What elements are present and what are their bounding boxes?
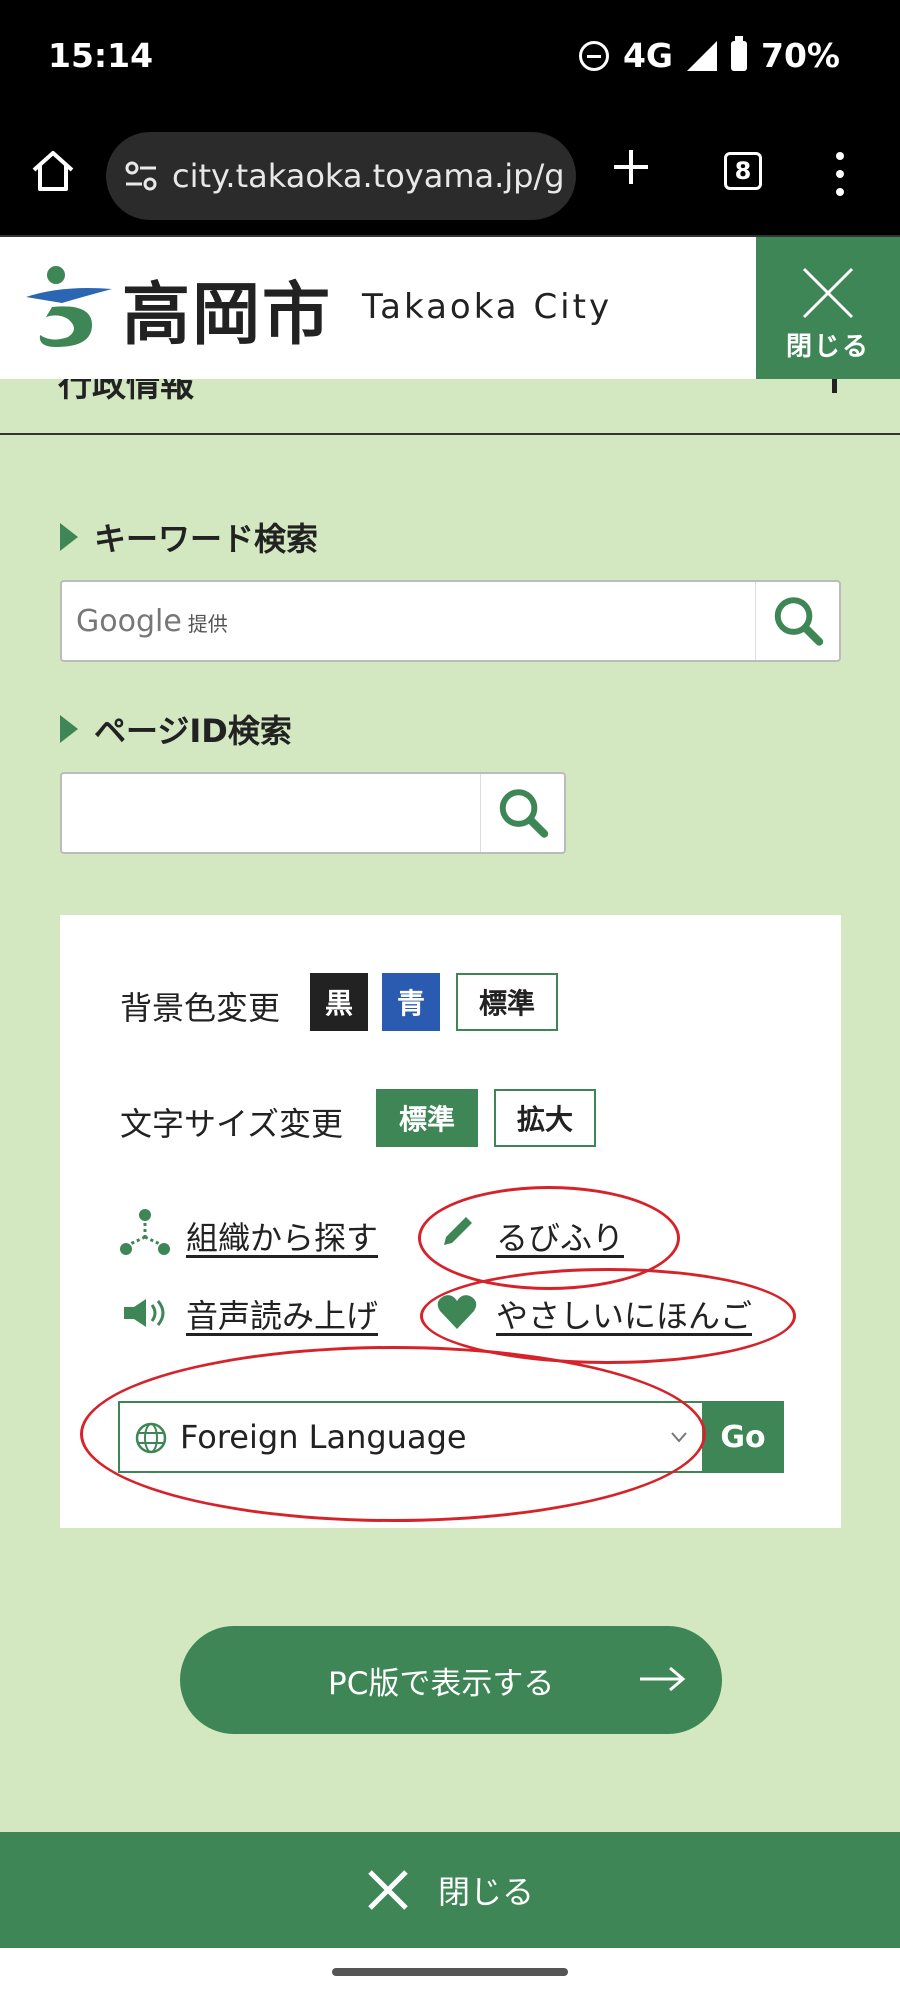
- home-icon[interactable]: [28, 146, 78, 196]
- url-text: city.takaoka.toyama.jp/g: [172, 157, 565, 195]
- menu-row-partial[interactable]: 行政情報: [0, 379, 900, 435]
- more-menu-icon[interactable]: [836, 152, 846, 196]
- menu-row-label: 行政情報: [58, 379, 194, 405]
- page-id-search-heading: ページID検索: [60, 706, 292, 752]
- status-bar: 15:14 4G 70%: [0, 0, 900, 112]
- page-id-input[interactable]: [60, 772, 566, 854]
- ruby-link[interactable]: るびふり: [496, 1213, 624, 1259]
- site-header: 高岡市 Takaoka City 閉じる: [0, 237, 900, 379]
- bullet-triangle-icon: [60, 523, 78, 551]
- signal-icon: [687, 40, 717, 71]
- font-large-button[interactable]: 拡大: [494, 1089, 596, 1147]
- url-bar[interactable]: city.takaoka.toyama.jp/g: [106, 132, 576, 220]
- heart-icon: [437, 1295, 477, 1329]
- easy-japanese-link[interactable]: やさしいにほんご: [496, 1291, 752, 1337]
- bottom-close-button[interactable]: 閉じる: [0, 1832, 900, 1948]
- network-type: 4G: [622, 36, 673, 75]
- home-gesture-pill[interactable]: [332, 1968, 568, 1976]
- close-icon: [368, 1870, 408, 1910]
- arrow-right-icon: [640, 1666, 686, 1692]
- bg-standard-button[interactable]: 標準: [456, 973, 558, 1031]
- language-select[interactable]: Foreign Language: [118, 1401, 704, 1473]
- keyword-search-heading: キーワード検索: [60, 514, 318, 560]
- keyword-search-input[interactable]: Google 提供: [60, 580, 841, 662]
- language-go-button[interactable]: Go: [702, 1401, 784, 1473]
- status-icons: 4G 70%: [578, 35, 840, 75]
- bg-black-button[interactable]: 黒: [310, 973, 368, 1031]
- battery-percent: 70%: [761, 36, 840, 75]
- site-settings-icon[interactable]: [124, 160, 158, 192]
- bullet-triangle-icon: [60, 715, 78, 743]
- new-tab-icon[interactable]: [606, 142, 656, 192]
- tab-switcher-button[interactable]: 8: [724, 152, 762, 190]
- keyword-search-button[interactable]: [755, 582, 839, 660]
- page-id-search-button[interactable]: [480, 774, 564, 852]
- globe-icon: [135, 1422, 167, 1454]
- expand-icon: [832, 379, 837, 393]
- language-select-value: Foreign Language: [180, 1418, 467, 1456]
- org-search-link[interactable]: 組織から探す: [186, 1213, 378, 1259]
- city-name-japanese: 高岡市: [122, 276, 333, 355]
- do-not-disturb-icon: [578, 40, 609, 71]
- speech-link[interactable]: 音声読み上げ: [186, 1291, 378, 1337]
- bg-color-label: 背景色変更: [120, 989, 281, 1027]
- pc-version-button[interactable]: PC版で表示する: [180, 1626, 722, 1734]
- bottom-close-label: 閉じる: [437, 1873, 534, 1911]
- accessibility-panel: 背景色変更 黒 青 標準 文字サイズ変更 標準 拡大 組織から探す るびふり 音…: [60, 915, 841, 1528]
- google-placeholder: Google 提供: [76, 604, 228, 639]
- takaoka-logo-icon[interactable]: [22, 263, 116, 353]
- chevron-down-icon: [671, 1432, 687, 1443]
- pencil-icon: [444, 1217, 472, 1245]
- header-close-label: 閉じる: [785, 332, 870, 362]
- close-icon: [802, 267, 854, 319]
- speaker-icon: [124, 1299, 165, 1327]
- pc-version-label: PC版で表示する: [328, 1665, 555, 1702]
- status-time: 15:14: [48, 36, 154, 75]
- bg-blue-button[interactable]: 青: [382, 973, 440, 1031]
- organization-icon: [120, 1209, 170, 1255]
- browser-toolbar: city.takaoka.toyama.jp/g 8: [0, 112, 900, 237]
- font-standard-button[interactable]: 標準: [376, 1089, 478, 1147]
- city-name-english: Takaoka City: [362, 287, 613, 327]
- header-close-button[interactable]: 閉じる: [756, 237, 900, 379]
- battery-icon: [731, 35, 747, 71]
- font-size-label: 文字サイズ変更: [120, 1105, 344, 1143]
